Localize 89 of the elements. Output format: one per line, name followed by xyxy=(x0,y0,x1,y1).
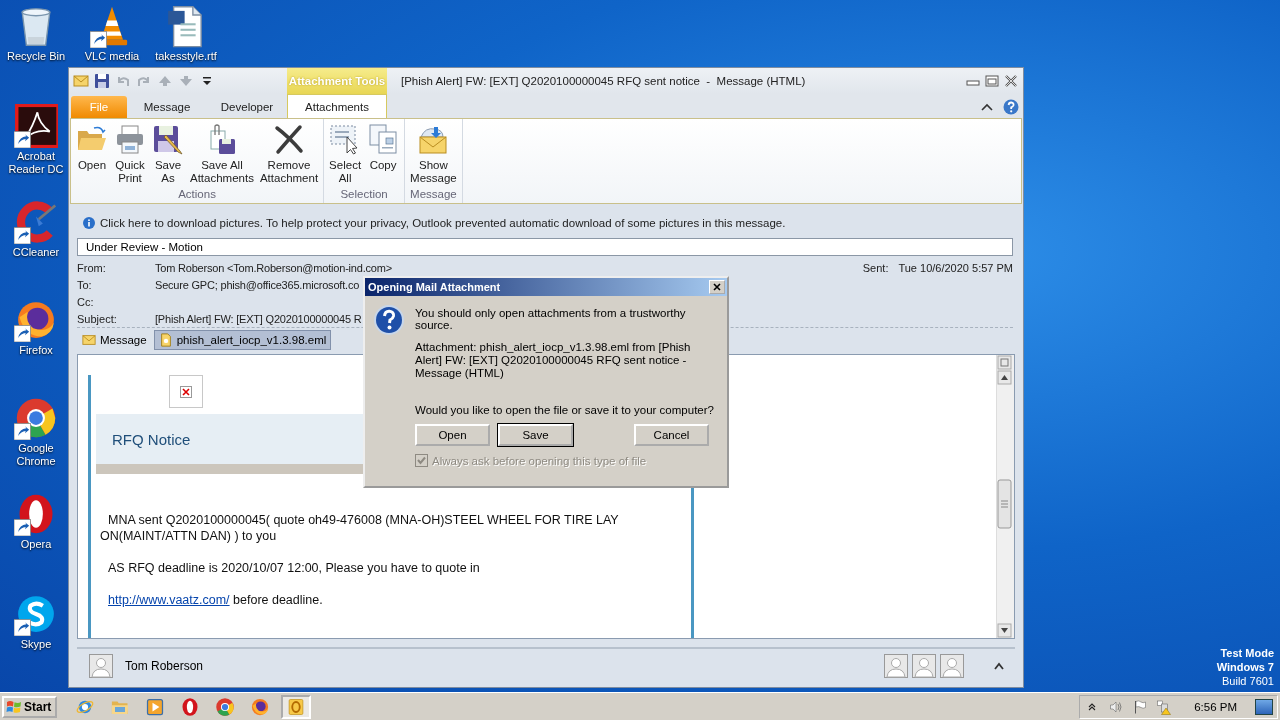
body-paragraph: AS RFQ deadline is 2020/10/07 12:00, Please you have to quote in xyxy=(108,560,481,576)
header-value: Tom Roberson <Tom.Roberson@motion-ind.com> xyxy=(155,261,392,274)
globe-logo-icon xyxy=(249,696,270,717)
info-icon xyxy=(83,217,95,229)
ribbon-button[interactable]: Copy xyxy=(364,121,403,188)
ring-logo-icon xyxy=(214,696,235,717)
person-avatar-icon xyxy=(89,653,113,678)
ribbon-group-label: Message xyxy=(409,188,458,202)
person-avatar-icon xyxy=(911,653,937,678)
desktop-icon-label[interactable]: VLC media xyxy=(84,50,140,63)
ribbon-button[interactable]: Remove Attachment xyxy=(256,121,322,188)
context-tab-header: Attachment Tools xyxy=(287,68,387,94)
desktop-icon-label[interactable]: Recycle Bin xyxy=(6,50,66,63)
ribbon-button[interactable]: Open xyxy=(73,121,111,188)
ring-tile-icon xyxy=(286,696,307,717)
printer-icon xyxy=(114,123,146,155)
dialog-button[interactable]: Save xyxy=(498,424,573,446)
ribbon-group-label: Selection xyxy=(339,188,389,202)
taskbar-app-button[interactable] xyxy=(281,694,312,719)
ribbon-button[interactable]: Quick Print xyxy=(111,121,149,188)
desktop-icon-label[interactable]: Firefox xyxy=(19,344,53,357)
dialog-button[interactable]: Open xyxy=(415,424,490,446)
question-icon xyxy=(373,304,405,336)
maximize-button[interactable] xyxy=(984,74,1000,88)
person-avatar-icon xyxy=(883,653,909,678)
ribbon-tab[interactable]: Message xyxy=(127,96,207,118)
ribbon-button[interactable]: Save As xyxy=(149,121,187,188)
save-icon[interactable] xyxy=(94,73,110,89)
desktop-icon-label[interactable]: Opera xyxy=(20,538,52,551)
header-label: To: xyxy=(77,278,93,291)
checkmark-icon xyxy=(416,455,427,466)
file-icon xyxy=(158,333,173,347)
floppy-pencil-icon xyxy=(152,123,184,155)
clock[interactable]: 6:56 PM xyxy=(1194,700,1237,713)
expand-caret-icon[interactable] xyxy=(993,660,1005,671)
ribbon-tab[interactable]: Developer xyxy=(207,96,287,118)
flag-status-field: Under Review - Motion xyxy=(77,238,1013,256)
window-title: [Phish Alert] FW: [EXT] Q2020100000045 RFQ sent notice - Message (HTML) xyxy=(401,75,806,87)
body-paragraph: http://www.vaatz.com/ before deadline. xyxy=(108,592,324,608)
envelope-icon xyxy=(82,333,96,347)
dialog-title: Opening Mail Attachment xyxy=(368,281,501,293)
info-bar[interactable]: Click here to download pictures. To help protect your privacy, Outlook prevented automatic download of some pictures in this message. xyxy=(77,213,1015,233)
person-name: Tom Roberson xyxy=(125,658,204,673)
ribbon-tab[interactable]: Attachments xyxy=(287,94,387,118)
system-watermark-text: Build 7601 xyxy=(1222,674,1274,688)
body-paragraph: MNA sent Q2020100000045( quote oh49-476008 (MNA-OH)STEEL WHEEL FOR TIRE LAY ON(MAINT/ATTN DAN) ) to you xyxy=(100,512,620,544)
header-value: Secure GPC; phish@office365.microsoft.co xyxy=(155,278,360,291)
person-avatar-icon xyxy=(939,653,965,678)
network-warning-icon xyxy=(1156,698,1173,715)
header-label: Subject: xyxy=(77,312,118,325)
start-button[interactable]: Start xyxy=(2,695,58,718)
dialog-message: You should only open attachments from a trustworthy source. xyxy=(415,307,687,331)
header-value: [Phish Alert] FW: [EXT] Q2020100000045 R xyxy=(155,312,362,325)
ribbon-button[interactable]: Save All Attachments xyxy=(187,121,257,188)
scrollbar-thumb[interactable] xyxy=(997,479,1012,529)
desktop-icon-label[interactable]: takesstyle.rtf xyxy=(155,50,217,63)
website-link[interactable]: http://www.vaatz.com/ xyxy=(108,593,230,607)
flag-icon xyxy=(1132,698,1149,715)
dialog-details: Attachment: phish_alert_iocp_v1.3.98.eml from [Phish Alert] FW: [EXT] Q2020100000045 RFQ sent notice - Message (HTML) xyxy=(415,341,692,380)
ribbon-button[interactable]: Show Message xyxy=(407,121,460,188)
desktop-icon-label[interactable]: Acrobat Reader DC xyxy=(0,150,72,176)
play-icon xyxy=(144,696,165,717)
scroll-down-button[interactable] xyxy=(997,623,1012,638)
flag-logo-icon xyxy=(6,698,22,715)
desktop-icon-label[interactable]: Skype xyxy=(20,638,52,651)
dialog-question: Would you like to open the file or save it to your computer? xyxy=(415,404,715,416)
system-watermark-text: Windows 7 xyxy=(1216,660,1274,674)
header-label: Cc: xyxy=(77,295,95,308)
info-bar-text: Click here to download pictures. To help protect your privacy, Outlook prevented automatic download of some pictures in this message. xyxy=(100,217,786,229)
ribbon-group-label: Actions xyxy=(177,188,217,202)
attachment-tab[interactable]: phish_alert_iocp_v1.3.98.eml xyxy=(153,330,332,350)
close-icon xyxy=(710,281,724,293)
copy-pages-icon xyxy=(367,123,400,155)
show-desktop-button[interactable] xyxy=(1255,698,1273,715)
system-watermark-text: Test Mode xyxy=(1220,646,1274,660)
scroll-up-button[interactable] xyxy=(997,355,1012,385)
ribbon-button[interactable]: Select All xyxy=(326,121,365,188)
desktop-icon-label[interactable]: CCleaner xyxy=(12,246,60,259)
attachment-tab[interactable]: Message xyxy=(77,330,152,350)
help-icon[interactable] xyxy=(1003,99,1019,115)
dialog-button[interactable]: Cancel xyxy=(634,424,709,446)
header-label: Sent: xyxy=(862,261,889,274)
header-label: From: xyxy=(77,261,107,274)
desktop-icon-label[interactable]: Google Chrome xyxy=(0,442,72,468)
envelope-icon[interactable] xyxy=(73,73,89,89)
cross-icon xyxy=(273,123,305,155)
header-value: Tue 10/6/2020 5:57 PM xyxy=(898,261,1013,274)
banner-title: RFQ Notice xyxy=(112,430,191,448)
missing-image-placeholder xyxy=(169,375,203,408)
